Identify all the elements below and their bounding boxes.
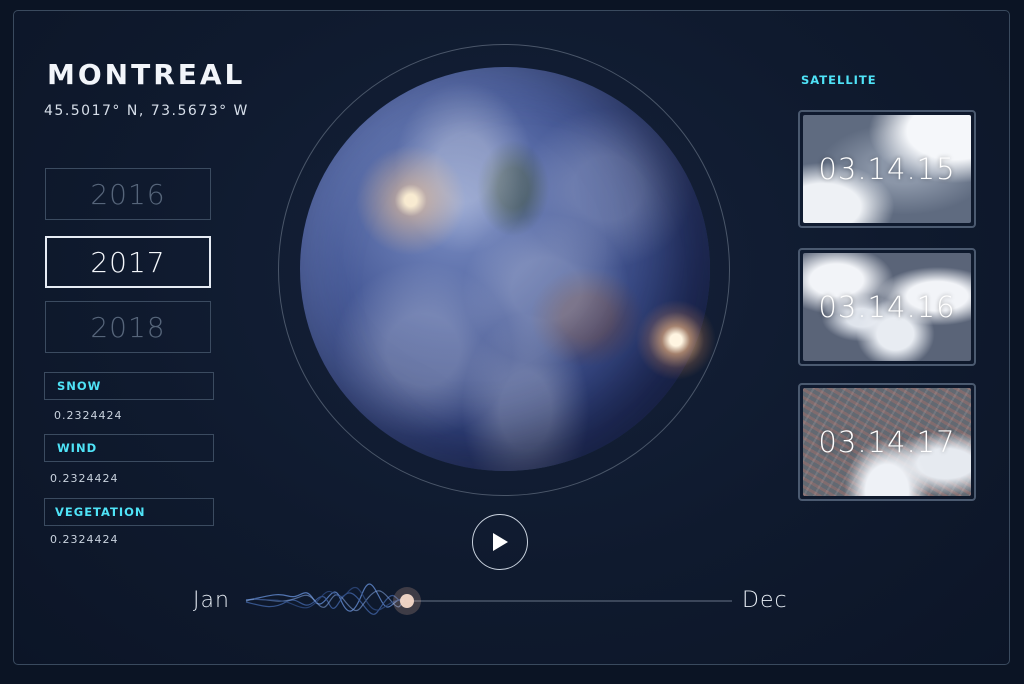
glow-marker <box>636 300 716 380</box>
timeline-handle[interactable] <box>400 594 414 608</box>
year-button-2017[interactable]: 2017 <box>45 236 211 288</box>
thumbnail-date: 03.14.17 <box>818 425 956 459</box>
play-icon <box>493 533 508 551</box>
timeline-end-label: Dec <box>742 588 788 613</box>
metric-label-wind: WIND <box>44 434 214 462</box>
thumbnail-date: 03.14.15 <box>818 152 956 186</box>
timeline-waveform <box>245 583 405 615</box>
metric-label-vegetation: VEGETATION <box>44 498 214 526</box>
satellite-thumbnail-3[interactable]: 03.14.17 <box>798 383 976 501</box>
metric-value-vegetation: 0.2324424 <box>50 533 119 546</box>
metric-label-snow: SNOW <box>44 372 214 400</box>
thumbnail-date: 03.14.16 <box>818 290 956 324</box>
satellite-thumbnail-2[interactable]: 03.14.16 <box>798 248 976 366</box>
coordinates: 45.5017° N, 73.5673° W <box>44 103 249 119</box>
city-title: MONTREAL <box>47 58 246 91</box>
timeline-slider[interactable] <box>244 570 734 630</box>
year-button-2018[interactable]: 2018 <box>45 301 211 353</box>
earth-globe[interactable] <box>300 67 710 471</box>
timeline-start-label: Jan <box>193 588 230 613</box>
satellite-thumbnail-1[interactable]: 03.14.15 <box>798 110 976 228</box>
year-button-2016[interactable]: 2016 <box>45 168 211 220</box>
metric-value-snow: 0.2324424 <box>54 409 123 422</box>
play-button[interactable] <box>472 514 528 570</box>
metric-value-wind: 0.2324424 <box>50 472 119 485</box>
satellite-title: SATELLITE <box>801 73 877 87</box>
